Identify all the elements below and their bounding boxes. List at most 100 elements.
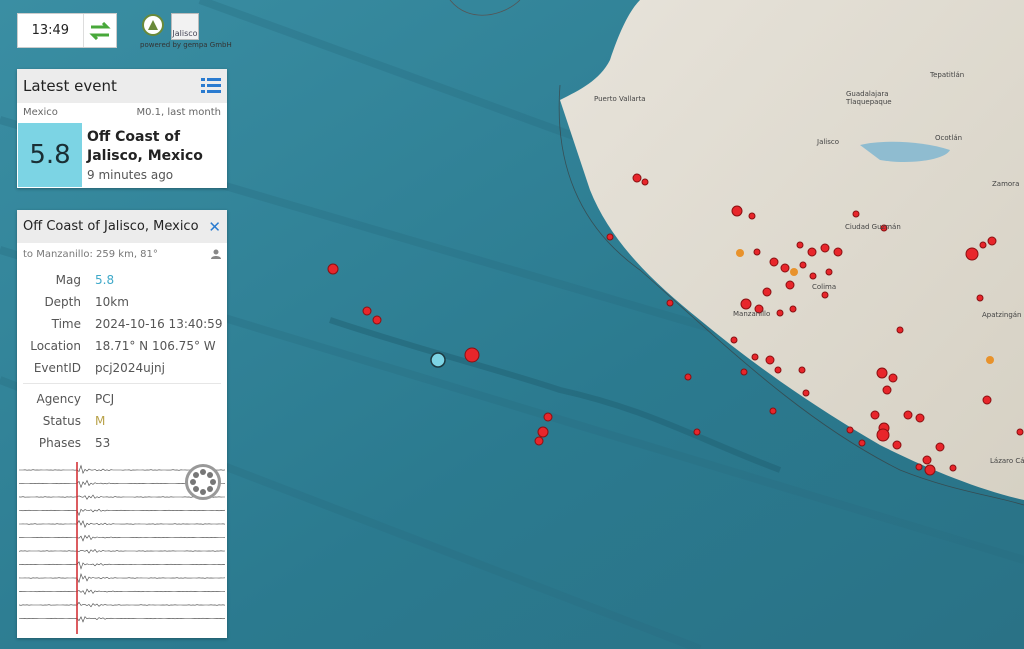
person-icon[interactable] [211, 249, 221, 259]
latest-event-title: Latest event [23, 77, 117, 95]
earthquake-marker[interactable] [935, 442, 945, 452]
earthquake-marker[interactable] [543, 412, 553, 422]
earthquake-marker[interactable] [372, 315, 382, 325]
earthquake-marker[interactable] [799, 261, 807, 269]
powered-by-text: powered by gempa GmbH [140, 41, 232, 49]
earthquake-marker[interactable] [769, 407, 777, 415]
earthquake-marker[interactable] [774, 366, 782, 374]
earthquake-marker[interactable] [785, 280, 795, 290]
latest-event-subheader: Mexico M0.1, last month [17, 103, 227, 118]
earthquake-marker[interactable] [882, 385, 892, 395]
map-place-label: Ciudad Guzmán [845, 223, 901, 231]
event-detail-panel: Off Coast of Jalisco, Mexico ✕ to Manzan… [17, 210, 227, 638]
detail-label: Mag [55, 273, 81, 287]
earthquake-marker[interactable] [731, 205, 743, 217]
earthquake-marker[interactable] [807, 247, 817, 257]
map-place-label: Apatzingán [982, 311, 1022, 319]
earthquake-marker[interactable] [751, 353, 759, 361]
earthquake-marker[interactable] [464, 347, 480, 363]
map-place-label: Lázaro Cárdenas [990, 457, 1024, 465]
earthquake-marker[interactable] [876, 428, 890, 442]
detail-label: EventID [33, 361, 81, 375]
earthquake-marker[interactable] [789, 305, 797, 313]
earthquake-marker[interactable] [730, 336, 738, 344]
earthquake-marker[interactable] [903, 410, 913, 420]
earthquake-marker[interactable] [892, 440, 902, 450]
map-place-label: Zamora [992, 180, 1019, 188]
earthquake-marker[interactable] [915, 463, 923, 471]
earthquake-marker[interactable] [852, 210, 860, 218]
earthquake-marker[interactable] [1016, 428, 1024, 436]
earthquake-marker[interactable] [888, 373, 898, 383]
earthquake-marker[interactable] [753, 248, 761, 256]
earthquake-marker[interactable] [666, 299, 674, 307]
earthquake-marker[interactable] [802, 389, 810, 397]
detail-row: Time 2024-10-16 13:40:59 [17, 313, 227, 335]
earthquake-marker[interactable] [606, 233, 614, 241]
latest-event-item[interactable]: 5.8 Off Coast of Jalisco, Mexico 9 minut… [17, 122, 227, 188]
detail-label: Location [30, 339, 81, 353]
earthquake-marker[interactable] [982, 395, 992, 405]
detail-value: 2024-10-16 13:40:59 [95, 317, 223, 331]
detail-value: 53 [95, 436, 111, 450]
earthquake-marker[interactable] [949, 464, 957, 472]
earthquake-marker[interactable] [798, 366, 806, 374]
map-place-label: Jalisco [816, 138, 839, 146]
earthquake-marker[interactable] [762, 287, 772, 297]
selected-event-marker[interactable] [430, 352, 446, 368]
earthquake-marker[interactable] [740, 368, 748, 376]
earthquake-marker[interactable] [979, 241, 987, 249]
earthquake-marker[interactable] [362, 306, 372, 316]
earthquake-marker[interactable] [780, 263, 790, 273]
earthquake-marker[interactable] [821, 291, 829, 299]
distance-text: to Manzanillo: 259 km, 81° [23, 249, 158, 260]
detail-fields-2: Agency PCJ Status M Phases 53 [17, 388, 227, 454]
detail-value: 18.71° N 106.75° W [95, 339, 216, 353]
earthquake-marker[interactable] [924, 464, 936, 476]
earthquake-marker[interactable] [809, 272, 817, 280]
earthquake-marker[interactable] [915, 413, 925, 423]
earthquake-marker[interactable] [641, 178, 649, 186]
swap-arrows-icon[interactable] [82, 14, 116, 47]
earthquake-marker[interactable] [870, 410, 880, 420]
earthquake-marker[interactable] [327, 263, 339, 275]
earthquake-marker-orange[interactable] [790, 268, 798, 276]
map-place-label: Ocotlán [935, 134, 962, 142]
earthquake-marker[interactable] [537, 426, 549, 438]
earthquake-marker[interactable] [858, 439, 866, 447]
earthquake-marker[interactable] [776, 309, 784, 317]
earthquake-marker[interactable] [846, 426, 854, 434]
detail-value: PCJ [95, 392, 115, 406]
clock-widget: 13:49 [17, 13, 117, 48]
earthquake-marker[interactable] [896, 326, 904, 334]
earthquake-marker[interactable] [534, 436, 544, 446]
latest-event-panel[interactable]: Latest event Mexico M0.1, last month 5.8… [17, 69, 227, 188]
earthquake-marker-orange[interactable] [736, 249, 744, 257]
earthquake-marker[interactable] [825, 268, 833, 276]
detail-row: Mag 5.8 [17, 269, 227, 291]
earthquake-marker[interactable] [987, 236, 997, 246]
list-icon[interactable] [201, 77, 221, 95]
earthquake-marker[interactable] [976, 294, 984, 302]
earthquake-marker[interactable] [965, 247, 979, 261]
loading-spinner-icon[interactable] [185, 464, 221, 500]
earthquake-marker[interactable] [765, 355, 775, 365]
earthquake-marker[interactable] [769, 257, 779, 267]
earthquake-marker[interactable] [693, 428, 701, 436]
institution-logo-icon [142, 14, 164, 36]
earthquake-marker[interactable] [876, 367, 888, 379]
close-icon[interactable]: ✕ [208, 218, 221, 236]
earthquake-marker[interactable] [740, 298, 752, 310]
detail-title: Off Coast of Jalisco, Mexico [23, 219, 199, 234]
earthquake-marker[interactable] [796, 241, 804, 249]
earthquake-marker[interactable] [748, 212, 756, 220]
detail-label: Status [42, 414, 81, 428]
earthquake-marker[interactable] [922, 455, 932, 465]
magnitude-badge: 5.8 [18, 123, 82, 187]
earthquake-marker[interactable] [684, 373, 692, 381]
earthquake-marker[interactable] [820, 243, 830, 253]
earthquake-marker-orange[interactable] [986, 356, 994, 364]
seismogram-trace [19, 561, 225, 570]
earthquake-marker[interactable] [833, 247, 843, 257]
earthquake-marker[interactable] [632, 173, 642, 183]
